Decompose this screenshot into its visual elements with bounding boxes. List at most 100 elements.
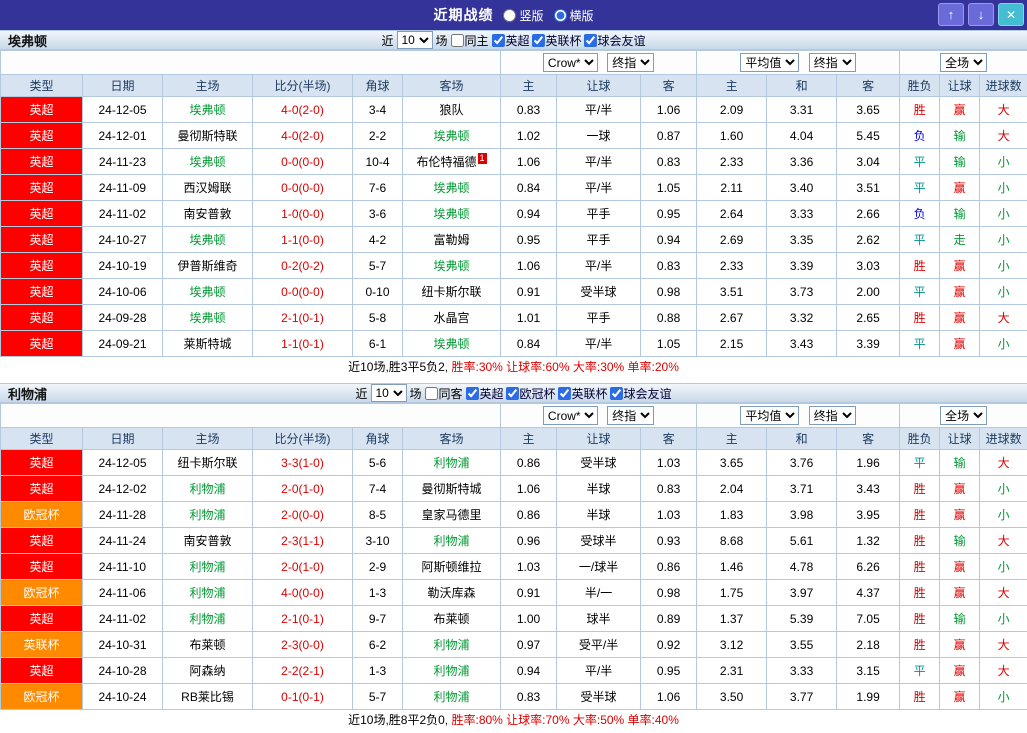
same-venue-checkbox[interactable]	[424, 386, 438, 400]
recent-label: 近	[355, 386, 368, 401]
scroll-down-button[interactable]: ↓	[968, 3, 994, 26]
home-team-cell: 利物浦	[162, 501, 253, 528]
handicap-line-cell: 平/半	[556, 96, 642, 123]
handicap-result-cell: 赢	[939, 278, 981, 305]
handicap-away-odds-cell: 0.95	[640, 657, 698, 684]
league-filter-checkbox[interactable]	[531, 33, 545, 47]
goals-result-cell: 小	[979, 252, 1027, 279]
home-team-cell: 利物浦	[162, 579, 253, 606]
summary-record: 近10场,胜8平2负0,	[348, 713, 449, 727]
league-filter-checkbox[interactable]	[583, 33, 597, 47]
average-select[interactable]: 平均值	[740, 406, 800, 425]
euro-home-odds-cell: 2.33	[696, 148, 768, 175]
league-filter-option[interactable]: 英联杯	[531, 32, 582, 49]
fulltime-select[interactable]: 全场	[940, 406, 988, 425]
away-team-cell: 利物浦	[401, 657, 502, 684]
handicap-line-cell: 平/半	[556, 330, 642, 357]
league-cell: 英超	[0, 148, 83, 175]
date-cell: 24-11-24	[82, 527, 163, 554]
same-venue-option[interactable]: 同主	[450, 32, 489, 49]
euro-draw-odds-cell: 3.73	[766, 278, 838, 305]
league-filter-option[interactable]: 球会友谊	[583, 32, 646, 49]
league-filter-checkbox[interactable]	[465, 386, 479, 400]
match-row: 英超 24-12-05 埃弗顿 4-0(2-0) 3-4 狼队 0.83 平/半 1.06 2.0…	[0, 96, 1027, 123]
league-filter-option[interactable]: 英联杯	[557, 385, 608, 402]
handicap-line-cell: 受半球	[556, 449, 642, 476]
match-row: 英超 24-10-19 伊普斯维奇 0-2(0-2) 5-7 埃弗顿 1.06 平/半 0.83…	[0, 252, 1027, 279]
col-header-goals: 进球数	[979, 74, 1027, 97]
league-cell: 英超	[0, 330, 83, 357]
result-cell: 平	[899, 449, 941, 476]
final-odds-select[interactable]: 终指	[607, 406, 655, 425]
vertical-layout-radio[interactable]	[503, 8, 517, 22]
euro-away-odds-cell: 3.39	[836, 330, 901, 357]
euro-draw-odds-cell: 3.55	[766, 631, 838, 658]
league-filter-option[interactable]: 英超	[465, 385, 504, 402]
recent-count-select[interactable]: 10	[370, 384, 407, 402]
bookmaker-select[interactable]: Crow*	[542, 406, 598, 425]
corners-cell: 6-1	[352, 330, 403, 357]
away-team-cell: 埃弗顿	[401, 200, 502, 227]
match-row: 欧冠杯 24-11-06 利物浦 4-0(0-0) 1-3 勒沃库森 0.91 半/一 0.98…	[0, 579, 1027, 606]
league-filter-option[interactable]: 英超	[491, 32, 530, 49]
result-cell: 平	[899, 148, 941, 175]
bookmaker-select[interactable]: Crow*	[542, 53, 598, 72]
date-cell: 24-09-28	[82, 304, 163, 331]
final-odds-select[interactable]: 终指	[607, 53, 655, 72]
euro-home-odds-cell: 3.50	[696, 683, 768, 710]
corners-cell: 1-3	[352, 579, 403, 606]
league-filter-label: 球会友谊	[623, 386, 672, 401]
league-filter-checkbox[interactable]	[491, 33, 505, 47]
scroll-up-button[interactable]: ↑	[938, 3, 964, 26]
euro-home-odds-cell: 3.51	[696, 278, 768, 305]
handicap-home-odds-cell: 1.01	[500, 304, 558, 331]
handicap-result-cell: 赢	[939, 553, 981, 580]
handicap-line-cell: 一球	[556, 122, 642, 149]
league-filter-option[interactable]: 欧冠杯	[505, 385, 556, 402]
horizontal-layout-option[interactable]: 横版	[553, 7, 594, 24]
horizontal-layout-radio[interactable]	[553, 8, 567, 22]
result-cell: 胜	[899, 579, 941, 606]
fulltime-select[interactable]: 全场	[940, 53, 988, 72]
matches-label: 场	[435, 33, 448, 48]
same-venue-option[interactable]: 同客	[424, 385, 462, 402]
match-row: 英超 24-10-27 埃弗顿 1-1(0-0) 4-2 富勒姆 0.95 平手 0.94 2.6…	[0, 226, 1027, 253]
league-cell: 英超	[0, 475, 83, 502]
final-odds-select[interactable]: 终指	[808, 53, 856, 72]
corners-cell: 4-2	[352, 226, 403, 253]
league-cell: 英超	[0, 174, 83, 201]
handicap-result-cell: 赢	[939, 174, 981, 201]
col-header-score: 比分(半场)	[252, 427, 353, 450]
final-odds-select[interactable]: 终指	[808, 406, 856, 425]
col-header-score: 比分(半场)	[252, 74, 353, 97]
recent-count-select[interactable]: 10	[396, 31, 433, 49]
euro-draw-odds-cell: 3.33	[766, 657, 838, 684]
league-filter-checkbox[interactable]	[609, 386, 623, 400]
handicap-line-cell: 平/半	[556, 657, 642, 684]
euro-home-odds-cell: 1.46	[696, 553, 768, 580]
league-filter-checkbox[interactable]	[557, 386, 571, 400]
goals-result-cell: 大	[979, 527, 1027, 554]
score-cell: 2-2(2-1)	[252, 657, 353, 684]
same-venue-checkbox[interactable]	[450, 33, 464, 47]
close-button[interactable]: ✕	[998, 3, 1024, 26]
handicap-away-odds-cell: 0.92	[640, 631, 698, 658]
euro-home-odds-cell: 2.69	[696, 226, 768, 253]
goals-result-cell: 大	[979, 304, 1027, 331]
corners-cell: 10-4	[352, 148, 403, 175]
league-filter-label: 欧冠杯	[519, 386, 556, 401]
league-cell: 英超	[0, 304, 83, 331]
handicap-away-odds-cell: 0.94	[640, 226, 698, 253]
euro-draw-odds-cell: 3.32	[766, 304, 838, 331]
home-team-cell: 埃弗顿	[162, 304, 253, 331]
league-cell: 欧冠杯	[0, 501, 83, 528]
league-cell: 英超	[0, 657, 83, 684]
summary-line: 近10场,胜3平5负2, 胜率:30% 让球率:60% 大率:30% 单率:20…	[0, 357, 1027, 377]
league-filter-checkbox[interactable]	[505, 386, 519, 400]
result-cell: 胜	[899, 605, 941, 632]
average-select[interactable]: 平均值	[740, 53, 800, 72]
handicap-home-odds-cell: 1.00	[500, 605, 558, 632]
vertical-layout-option[interactable]: 竖版	[503, 7, 544, 24]
home-team-cell: 曼彻斯特联	[162, 122, 253, 149]
league-filter-option[interactable]: 球会友谊	[609, 385, 672, 402]
